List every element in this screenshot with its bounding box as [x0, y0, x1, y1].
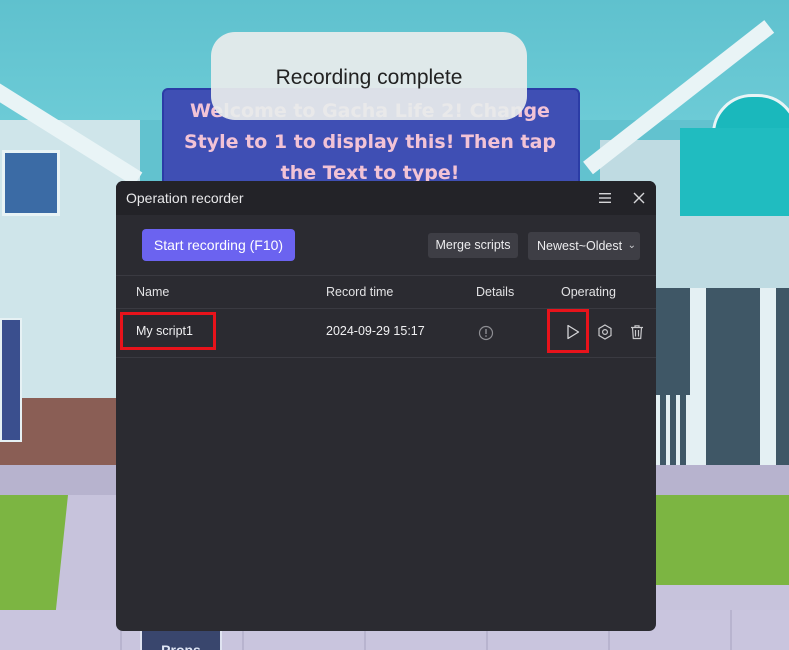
info-icon[interactable]	[476, 323, 496, 343]
chevron-down-icon: ⌄	[627, 240, 636, 251]
record-time: 2024-09-29 15:17	[326, 324, 425, 338]
porch-railing	[656, 395, 696, 465]
sort-order-select[interactable]: Newest~Oldest ⌄	[528, 232, 640, 260]
highlight-box-play	[547, 309, 589, 353]
left-house-door	[0, 318, 22, 442]
panel-titlebar: Operation recorder	[116, 181, 656, 215]
column-header-name: Name	[136, 285, 170, 299]
column-header-operating: Operating	[561, 285, 616, 299]
right-house-window	[680, 128, 789, 216]
left-house-window	[2, 150, 60, 216]
close-icon[interactable]	[628, 187, 650, 209]
column-header-record-time: Record time	[326, 285, 394, 299]
toast-text: Recording complete	[275, 66, 463, 89]
settings-icon[interactable]	[595, 322, 615, 342]
operation-recorder-panel: Operation recorder Start recording (F10)…	[116, 181, 656, 631]
merge-scripts-button[interactable]: Merge scripts	[428, 233, 518, 258]
grass-right	[655, 495, 789, 585]
recording-complete-toast: Recording complete	[211, 32, 527, 120]
start-recording-button[interactable]: Start recording (F10)	[142, 229, 295, 261]
column-header-details: Details	[476, 285, 515, 299]
table-header: Name Record time Details Operating	[116, 275, 656, 309]
highlight-box-script-name	[120, 312, 216, 350]
porch-column	[760, 288, 776, 468]
hamburger-menu-icon[interactable]	[594, 187, 616, 209]
panel-title: Operation recorder	[126, 190, 244, 206]
sort-order-value: Newest~Oldest	[537, 239, 623, 253]
trash-icon[interactable]	[627, 322, 647, 342]
